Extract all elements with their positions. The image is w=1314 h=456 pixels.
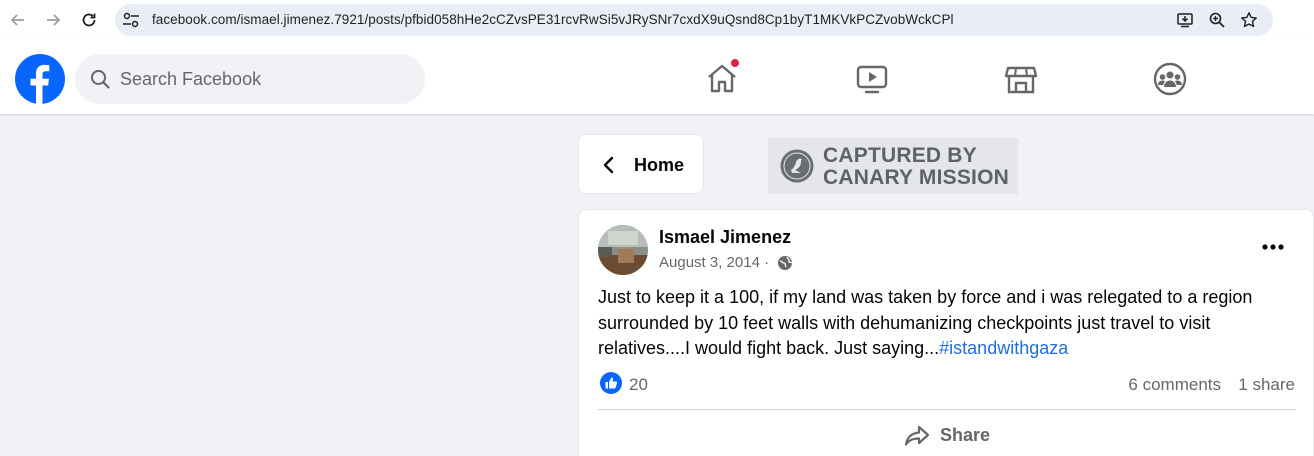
author-avatar[interactable] bbox=[598, 225, 648, 275]
post-text-line-3: relatives....I would fight back. Just sa… bbox=[598, 336, 1298, 362]
home-label: Home bbox=[634, 155, 685, 175]
canary-mission-watermark: CAPTURED BY CANARY MISSION bbox=[768, 138, 1018, 194]
author-name[interactable]: Ismael Jimenez bbox=[659, 227, 791, 248]
watermark-line-2: CANARY MISSION bbox=[823, 166, 1009, 189]
shares-count[interactable]: 1 share bbox=[1238, 375, 1295, 395]
forward-arrow-icon[interactable] bbox=[41, 8, 65, 32]
groups-icon[interactable] bbox=[1153, 62, 1187, 96]
install-app-icon[interactable] bbox=[1176, 11, 1194, 29]
post-date[interactable]: August 3, 2014 · bbox=[659, 254, 769, 271]
share-label: Share bbox=[940, 425, 991, 445]
zoom-icon[interactable] bbox=[1208, 11, 1226, 29]
reload-icon[interactable] bbox=[77, 8, 101, 32]
url-text[interactable]: facebook.com/ismael.jimenez.7921/posts/p… bbox=[152, 12, 954, 27]
site-info-icon[interactable] bbox=[122, 12, 140, 28]
post-text-line-1: Just to keep it a 100, if my land was ta… bbox=[598, 287, 1253, 307]
globe-icon bbox=[778, 256, 793, 270]
post-card: Ismael Jimenez August 3, 2014 · Just to … bbox=[578, 209, 1314, 456]
share-arrow-icon bbox=[904, 425, 930, 446]
canary-bird-logo-icon bbox=[780, 149, 814, 183]
marketplace-icon[interactable] bbox=[1004, 62, 1038, 96]
home-back-button[interactable]: Home bbox=[578, 134, 704, 194]
like-reaction-icon[interactable] bbox=[600, 372, 622, 394]
more-options-icon[interactable] bbox=[1258, 235, 1288, 259]
browser-toolbar: facebook.com/ismael.jimenez.7921/posts/p… bbox=[0, 0, 1314, 40]
search-placeholder[interactable]: Search Facebook bbox=[120, 69, 261, 90]
watermark-line-1: CAPTURED BY bbox=[823, 144, 977, 167]
back-arrow-icon[interactable] bbox=[6, 8, 30, 32]
share-button[interactable]: Share bbox=[904, 423, 994, 449]
comments-count[interactable]: 6 comments bbox=[1128, 375, 1221, 395]
chevron-left-icon bbox=[603, 156, 614, 174]
facebook-logo-icon[interactable] bbox=[15, 54, 65, 104]
address-bar[interactable]: facebook.com/ismael.jimenez.7921/posts/p… bbox=[115, 4, 1273, 36]
like-count[interactable]: 20 bbox=[629, 375, 648, 395]
search-icon bbox=[91, 70, 110, 89]
post-text: Just to keep it a 100, if my land was ta… bbox=[598, 285, 1298, 362]
post-divider bbox=[598, 409, 1296, 410]
post-text-line-2: surrounded by 10 feet walls with dehuman… bbox=[598, 312, 1211, 333]
notification-dot bbox=[729, 57, 741, 69]
facebook-header: Search Facebook bbox=[0, 40, 1314, 114]
video-icon[interactable] bbox=[855, 62, 889, 96]
hashtag-link[interactable]: #istandwithgaza bbox=[939, 338, 1068, 358]
post-text-line-3-body: relatives....I would fight back. Just sa… bbox=[598, 338, 940, 358]
facebook-search-bar[interactable]: Search Facebook bbox=[75, 54, 425, 104]
bookmark-star-icon[interactable] bbox=[1240, 11, 1258, 29]
